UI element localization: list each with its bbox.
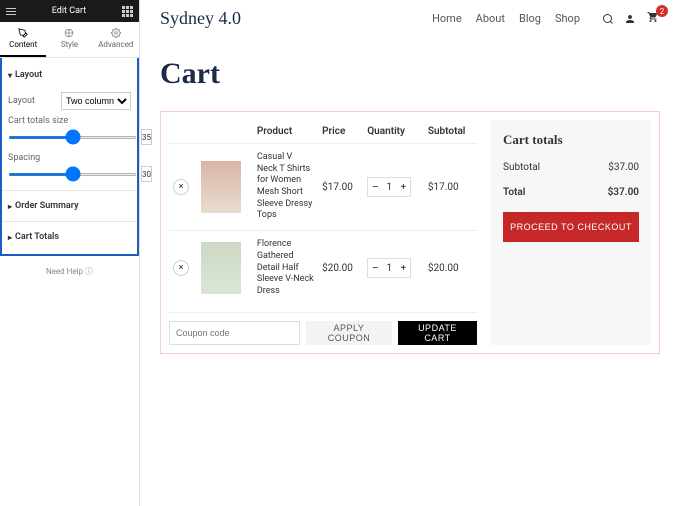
nav-home[interactable]: Home [432, 12, 462, 25]
spacing-label: Spacing [8, 153, 131, 163]
tab-content[interactable]: Content [0, 22, 46, 57]
size-label: Cart totals size [8, 116, 131, 126]
cart-table: Product Price Quantity Subtotal × Casual… [169, 120, 477, 306]
coupon-input[interactable] [169, 321, 300, 345]
remove-button[interactable]: × [173, 179, 189, 195]
tab-style[interactable]: Style [46, 22, 92, 57]
product-name[interactable]: Casual V Neck T Shirts for Women Mesh Sh… [253, 144, 318, 231]
table-row: × Casual V Neck T Shirts for Women Mesh … [169, 144, 477, 231]
cart-badge: 2 [656, 5, 668, 17]
site-nav: Home About Blog Shop 2 [432, 11, 660, 26]
qty-minus[interactable]: − [368, 259, 382, 277]
apply-coupon-button[interactable]: APPLY COUPON [306, 321, 392, 345]
cart-table-wrap: Product Price Quantity Subtotal × Casual… [169, 120, 477, 345]
site-header: Sydney 4.0 Home About Blog Shop 2 [160, 8, 660, 29]
product-price: $20.00 [318, 231, 363, 306]
nav-blog[interactable]: Blog [519, 12, 541, 25]
nav-shop[interactable]: Shop [555, 12, 580, 25]
size-slider[interactable] [8, 136, 137, 139]
qty-plus[interactable]: + [396, 259, 410, 277]
th-price: Price [318, 120, 363, 144]
panel-tabs: Content Style Advanced [0, 22, 139, 58]
layout-label: Layout [8, 96, 35, 106]
th-subtotal: Subtotal [424, 120, 477, 144]
qty-minus[interactable]: − [368, 178, 382, 196]
product-name[interactable]: Florence Gathered Detail Half Sleeve V-N… [253, 231, 318, 306]
subtotal-row: Subtotal $37.00 [503, 162, 639, 173]
layout-select[interactable]: Two columns [61, 92, 131, 110]
preview-area: Sydney 4.0 Home About Blog Shop 2 Cart [140, 0, 680, 506]
table-row: × Florence Gathered Detail Half Sleeve V… [169, 231, 477, 306]
cart-actions: APPLY COUPON UPDATE CART [169, 312, 477, 345]
nav-about[interactable]: About [476, 12, 505, 25]
totals-title: Cart totals [503, 132, 639, 148]
product-price: $17.00 [318, 144, 363, 231]
quantity-stepper[interactable]: −1+ [367, 258, 411, 278]
product-subtotal: $20.00 [424, 231, 477, 306]
product-subtotal: $17.00 [424, 144, 477, 231]
total-row: Total $37.00 [503, 187, 639, 198]
apps-icon[interactable] [122, 6, 133, 17]
panel-header: Edit Cart [0, 0, 139, 22]
page-title: Cart [160, 57, 660, 91]
cart-icon[interactable]: 2 [646, 11, 660, 26]
search-icon[interactable] [602, 13, 614, 25]
user-icon[interactable] [624, 13, 636, 25]
product-thumb[interactable] [201, 242, 241, 294]
section-layout[interactable]: Layout [8, 64, 131, 86]
site-brand: Sydney 4.0 [160, 8, 241, 29]
th-qty: Quantity [363, 120, 424, 144]
quantity-stepper[interactable]: −1+ [367, 177, 411, 197]
section-cart-totals[interactable]: Cart Totals [8, 226, 131, 248]
panel-title: Edit Cart [52, 6, 86, 16]
panel-body: Layout Layout Two columns Cart totals si… [0, 58, 139, 256]
menu-icon[interactable] [6, 8, 16, 15]
tab-advanced[interactable]: Advanced [93, 22, 139, 57]
update-cart-button[interactable]: UPDATE CART [398, 321, 477, 345]
spacing-slider[interactable] [8, 173, 137, 176]
layout-control: Layout Two columns [8, 92, 131, 110]
checkout-button[interactable]: PROCEED TO CHECKOUT [503, 212, 639, 242]
spacing-control: Spacing 30 [8, 153, 131, 182]
section-order-summary[interactable]: Order Summary [8, 195, 131, 217]
cart-totals-size-control: Cart totals size 35 [8, 116, 131, 145]
help-link[interactable]: Need Help ⓘ [0, 266, 139, 277]
cart-container: Product Price Quantity Subtotal × Casual… [160, 111, 660, 354]
cart-totals: Cart totals Subtotal $37.00 Total $37.00… [491, 120, 651, 345]
qty-plus[interactable]: + [396, 178, 410, 196]
remove-button[interactable]: × [173, 260, 189, 276]
th-product: Product [253, 120, 318, 144]
editor-panel: Edit Cart Content Style Advanced Layout … [0, 0, 140, 506]
product-thumb[interactable] [201, 161, 241, 213]
